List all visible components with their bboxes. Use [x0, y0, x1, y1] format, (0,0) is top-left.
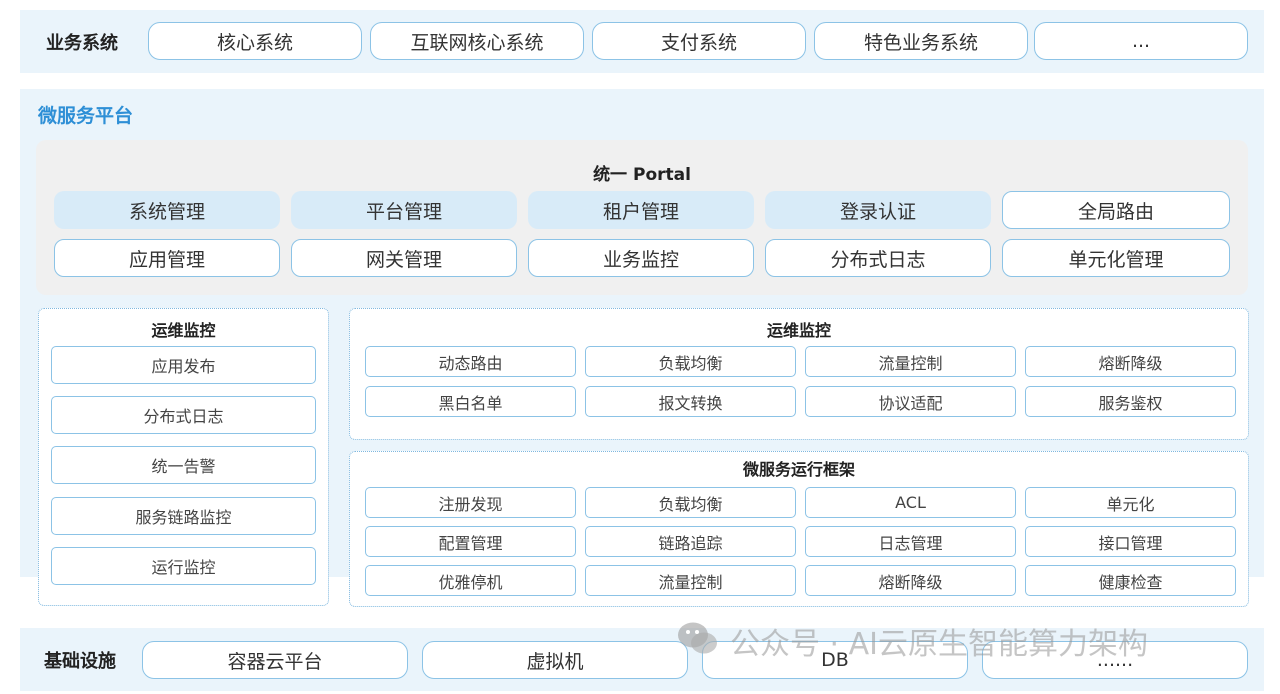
ops-black-white-list[interactable]: 黑白名单: [365, 386, 576, 417]
portal-tenant-mgmt[interactable]: 租户管理: [528, 191, 754, 229]
rt-log-mgmt[interactable]: 日志管理: [805, 526, 1016, 557]
ops-left-app-release[interactable]: 应用发布: [51, 346, 316, 384]
runtime-title: 微服务运行框架: [742, 460, 855, 479]
rt-unitization[interactable]: 单元化: [1025, 487, 1236, 518]
business-item-more[interactable]: ...: [1034, 22, 1248, 60]
rt-interface-mgmt[interactable]: 接口管理: [1025, 526, 1236, 557]
portal-platform-mgmt[interactable]: 平台管理: [291, 191, 517, 229]
rt-config-mgmt[interactable]: 配置管理: [365, 526, 576, 557]
infra-container-cloud[interactable]: 容器云平台: [142, 641, 408, 679]
watermark: 公众号 · AI云原生智能算力架构: [730, 627, 1148, 662]
business-item-internet-core[interactable]: 互联网核心系统: [370, 22, 584, 60]
rt-tracing[interactable]: 链路追踪: [585, 526, 796, 557]
ops-dynamic-routing[interactable]: 动态路由: [365, 346, 576, 377]
ops-left-distributed-log[interactable]: 分布式日志: [51, 396, 316, 434]
ops-load-balance[interactable]: 负载均衡: [585, 346, 796, 377]
ops-left-unified-alert[interactable]: 统一告警: [51, 446, 316, 484]
ops-service-auth[interactable]: 服务鉴权: [1025, 386, 1236, 417]
ops-protocol-adapt[interactable]: 协议适配: [805, 386, 1016, 417]
platform-title: 微服务平台: [38, 105, 134, 127]
rt-acl[interactable]: ACL: [805, 487, 1016, 518]
ops-left-trace-monitor[interactable]: 服务链路监控: [51, 497, 316, 535]
rt-service-discovery[interactable]: 注册发现: [365, 487, 576, 518]
ops-circuit-break[interactable]: 熔断降级: [1025, 346, 1236, 377]
rt-traffic-control[interactable]: 流量控制: [585, 565, 796, 596]
ops-left-title: 运维监控: [151, 321, 216, 340]
infra-vm[interactable]: 虚拟机: [422, 641, 688, 679]
rt-load-balance[interactable]: 负载均衡: [585, 487, 796, 518]
ops-traffic-control[interactable]: 流量控制: [805, 346, 1016, 377]
portal-app-mgmt[interactable]: 应用管理: [54, 239, 280, 277]
portal-distributed-log[interactable]: 分布式日志: [765, 239, 991, 277]
portal-business-monitor[interactable]: 业务监控: [528, 239, 754, 277]
portal-system-mgmt[interactable]: 系统管理: [54, 191, 280, 229]
infra-label: 基础设施: [44, 651, 116, 672]
ops-message-transform[interactable]: 报文转换: [585, 386, 796, 417]
business-item-core[interactable]: 核心系统: [148, 22, 362, 60]
business-item-payment[interactable]: 支付系统: [592, 22, 806, 60]
portal-unit-mgmt[interactable]: 单元化管理: [1002, 239, 1230, 277]
portal-login-auth[interactable]: 登录认证: [765, 191, 991, 229]
portal-global-routing[interactable]: 全局路由: [1002, 191, 1230, 229]
business-label: 业务系统: [46, 33, 118, 54]
business-item-special[interactable]: 特色业务系统: [814, 22, 1028, 60]
rt-health-check[interactable]: 健康检查: [1025, 565, 1236, 596]
portal-gateway-mgmt[interactable]: 网关管理: [291, 239, 517, 277]
ops-left-runtime-monitor[interactable]: 运行监控: [51, 547, 316, 585]
rt-circuit-break[interactable]: 熔断降级: [805, 565, 1016, 596]
wechat-icon: [676, 618, 720, 658]
ops-right-title: 运维监控: [766, 321, 831, 340]
portal-title: 统一 Portal: [593, 164, 691, 185]
rt-graceful-shutdown[interactable]: 优雅停机: [365, 565, 576, 596]
